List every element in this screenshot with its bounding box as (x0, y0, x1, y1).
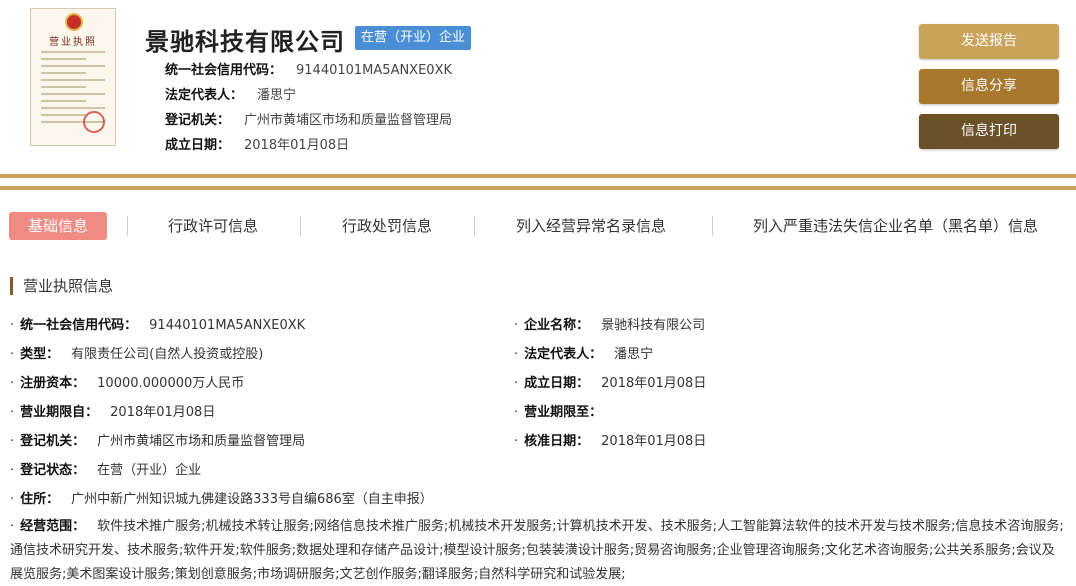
meta-legal-rep: 法定代表人： 潘思宁 (165, 88, 297, 103)
status-badge: 在营（开业）企业 (355, 26, 472, 50)
tab-administrative-penalty[interactable]: 行政处罚信息 (342, 212, 432, 240)
field-term-to: · 营业期限至： (514, 405, 603, 420)
field-registered-capital: · 注册资本： 10000.000000万人民币 (10, 376, 245, 391)
divider-bar (0, 174, 1076, 178)
field-established-date: · 成立日期： 2018年01月08日 (514, 376, 707, 391)
tab-administrative-license[interactable]: 行政许可信息 (168, 212, 258, 240)
national-emblem-icon (65, 13, 83, 31)
tab-abnormal-operation[interactable]: 列入经营异常名录信息 (516, 212, 666, 240)
field-registration-status: · 登记状态： 在营（开业）企业 (10, 463, 202, 478)
send-report-button[interactable]: 发送报告 (919, 24, 1059, 59)
field-registration-authority: · 登记机关： 广州市黄埔区市场和质量监督管理局 (10, 434, 306, 449)
field-term-from: · 营业期限自： 2018年01月08日 (10, 405, 216, 420)
meta-credit-code: 统一社会信用代码： 91440101MA5ANXE0XK (165, 63, 453, 78)
field-approval-date: · 核准日期： 2018年01月08日 (514, 434, 707, 449)
meta-registration-authority: 登记机关： 广州市黄埔区市场和质量监督管理局 (165, 113, 453, 128)
field-business-scope: · 经营范围： 软件技术推广服务;机械技术转让服务;网络信息技术推广服务;机械技术开… (10, 519, 1064, 582)
tab-blacklist[interactable]: 列入严重违法失信企业名单（黑名单）信息 (753, 212, 1038, 240)
business-license-image[interactable]: 营业执照 (30, 8, 116, 146)
field-credit-code: · 统一社会信用代码： 91440101MA5ANXE0XK (10, 318, 306, 333)
print-info-button[interactable]: 信息打印 (919, 114, 1059, 149)
field-address: · 住所： 广州中新广州知识城九佛建设路333号自编686室（自主申报） (10, 492, 433, 507)
company-name: 景驰科技有限公司 (145, 28, 345, 56)
section-title: 营业执照信息 (10, 277, 113, 295)
tab-basic-info[interactable]: 基础信息 (9, 212, 107, 240)
field-legal-rep: · 法定代表人： 潘思宁 (514, 347, 654, 362)
official-seal-icon (83, 111, 105, 133)
field-company-name: · 企业名称： 景驰科技有限公司 (514, 318, 706, 333)
meta-established-date: 成立日期： 2018年01月08日 (165, 138, 350, 153)
share-info-button[interactable]: 信息分享 (919, 69, 1059, 104)
divider-bar (0, 186, 1076, 190)
license-thumb-title: 营业执照 (49, 37, 97, 48)
field-type: · 类型： 有限责任公司(自然人投资或控股) (10, 347, 264, 362)
